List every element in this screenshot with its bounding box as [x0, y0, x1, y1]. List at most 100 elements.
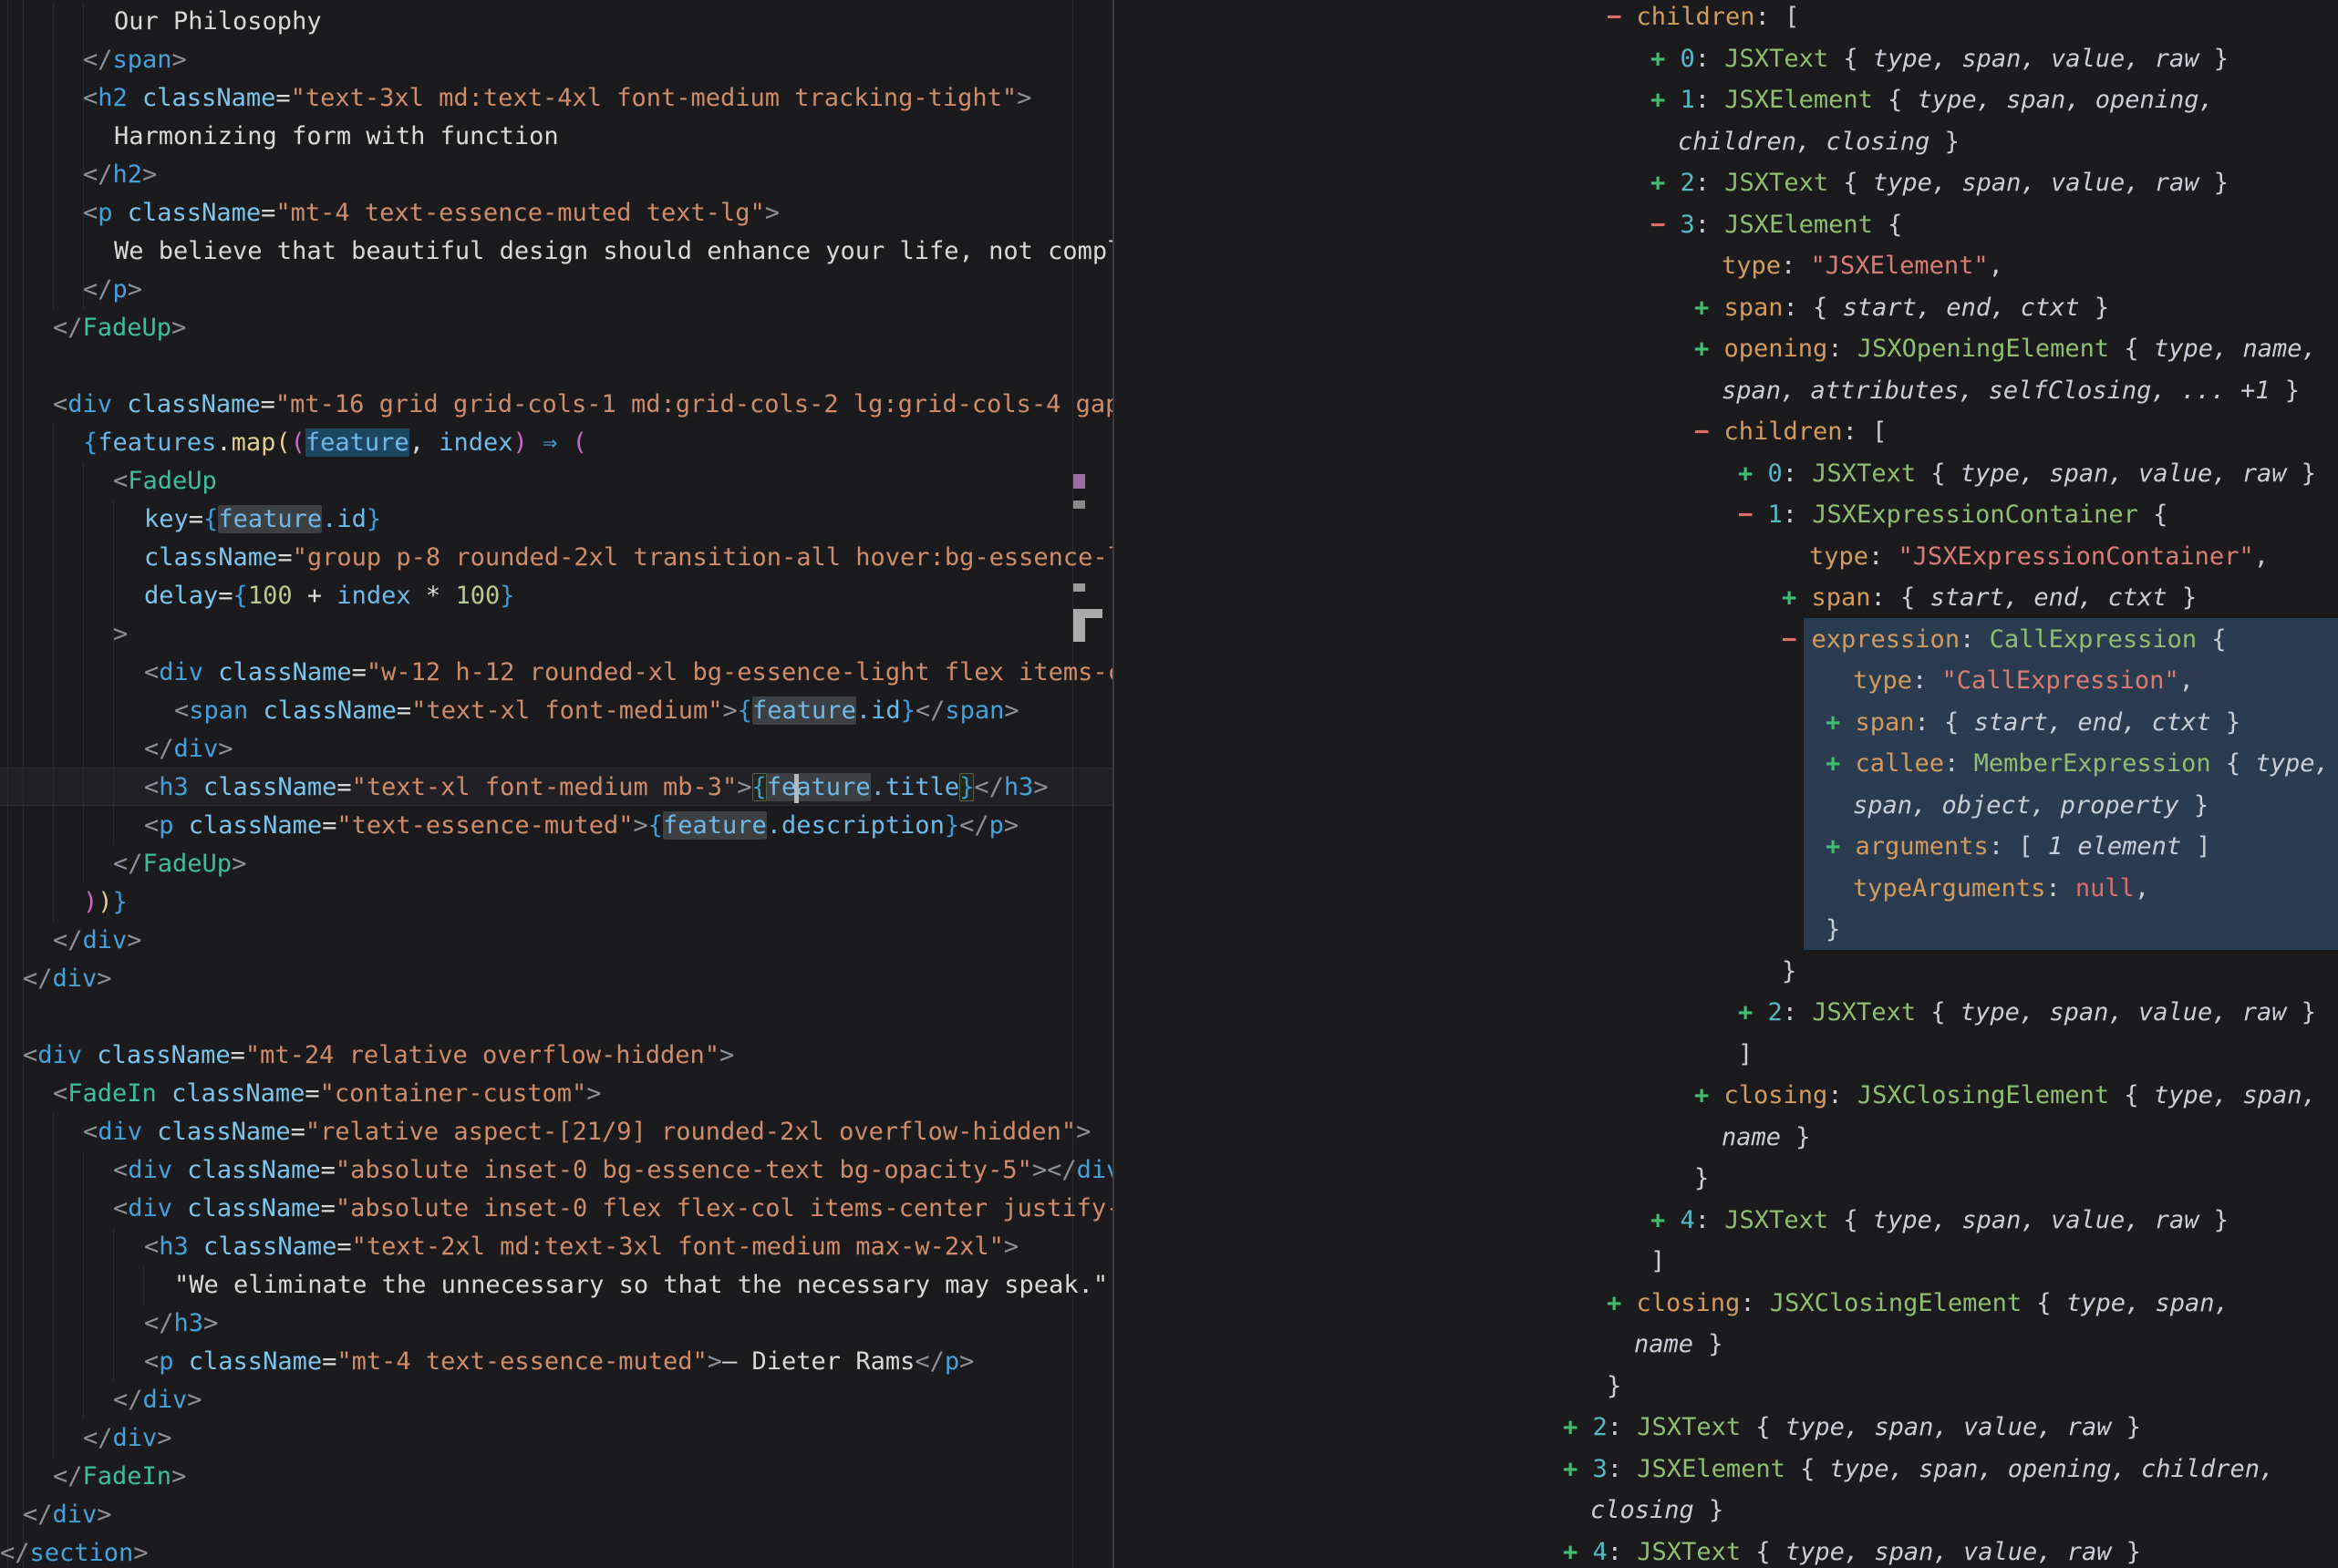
ast-row[interactable]: span, object, property }	[1853, 785, 2209, 827]
code-line[interactable]: <div className="mt-24 relative overflow-…	[0, 1037, 734, 1075]
code-line[interactable]: <h2 className="text-3xl md:text-4xl font…	[0, 79, 1031, 118]
tree-collapse-icon[interactable]: −	[1738, 500, 1768, 529]
ast-row[interactable]: + span: { start, end, ctxt }	[1826, 702, 2240, 744]
code-line[interactable]: {features.map((feature, index) ⇒ (	[0, 424, 587, 462]
code-line[interactable]: </FadeIn>	[0, 1458, 186, 1496]
tree-expand-icon[interactable]: +	[1650, 1206, 1681, 1234]
code-line[interactable]: </h3>	[0, 1305, 218, 1343]
tree-expand-icon[interactable]: +	[1650, 169, 1681, 197]
code-line[interactable]: delay={100 + index * 100}	[0, 577, 514, 615]
ast-row[interactable]: + 4: JSXText { type, span, value, raw }	[1650, 1200, 2229, 1242]
tree-expand-icon[interactable]: +	[1782, 583, 1812, 612]
scrollbar-thumb[interactable]	[1073, 618, 1085, 642]
tree-expand-icon[interactable]: +	[1694, 1081, 1724, 1109]
code-line[interactable]: <span className="text-xl font-medium">{f…	[0, 692, 1019, 730]
code-line[interactable]: ))}	[0, 883, 128, 922]
ast-row[interactable]: − expression: CallExpression {	[1782, 619, 2227, 661]
ast-row[interactable]: + 3: JSXElement { type, span, opening, c…	[1563, 1449, 2274, 1491]
ast-row[interactable]: + span: { start, end, ctxt }	[1782, 577, 2197, 619]
ast-row[interactable]: + 1: JSXElement { type, span, opening,	[1650, 79, 2214, 121]
code-line[interactable]: <div className="mt-16 grid grid-cols-1 m…	[0, 386, 1112, 424]
ast-row[interactable]: − children: [	[1607, 0, 1799, 38]
scrollbar-thumb[interactable]	[1073, 609, 1102, 618]
ast-row[interactable]: − children: [	[1694, 411, 1887, 453]
tree-collapse-icon[interactable]: −	[1607, 3, 1637, 31]
tree-collapse-icon[interactable]: −	[1782, 625, 1812, 654]
minimap-mark-gray[interactable]	[1073, 583, 1085, 592]
ast-row[interactable]: span, attributes, selfClosing, ... +1 }	[1722, 370, 2300, 412]
ast-row[interactable]: − 1: JSXExpressionContainer {	[1738, 494, 2167, 536]
code-line[interactable]: </div>	[0, 730, 233, 769]
ast-row[interactable]: + closing: JSXClosingElement { type, spa…	[1694, 1075, 2317, 1117]
code-line[interactable]: </FadeUp>	[0, 309, 186, 347]
code-line[interactable]: Harmonizing form with function	[0, 118, 559, 156]
minimap-mark-purple[interactable]	[1073, 474, 1085, 489]
ast-row[interactable]: + callee: MemberExpression { type,	[1826, 743, 2330, 785]
code-line[interactable]: <FadeIn className="container-custom">	[0, 1075, 602, 1113]
tree-expand-icon[interactable]: +	[1607, 1289, 1637, 1317]
code-line[interactable]: <div className="absolute inset-0 flex fl…	[0, 1190, 1112, 1228]
ast-row[interactable]: typeArguments: null,	[1853, 868, 2149, 910]
ast-row[interactable]: + 0: JSXText { type, span, value, raw }	[1650, 38, 2229, 80]
code-line[interactable]: >	[0, 615, 128, 654]
ast-row[interactable]: type: "CallExpression",	[1853, 660, 2194, 702]
minimap-mark-gray[interactable]	[1073, 500, 1085, 509]
code-line[interactable]: "We eliminate the unnecessary so that th…	[0, 1266, 1108, 1305]
tree-expand-icon[interactable]: +	[1738, 998, 1768, 1026]
code-line[interactable]: </div>	[0, 1419, 172, 1458]
tree-expand-icon[interactable]: +	[1650, 86, 1681, 114]
code-line[interactable]: </div>	[0, 1381, 202, 1419]
tree-expand-icon[interactable]: +	[1563, 1413, 1593, 1441]
tree-collapse-icon[interactable]: −	[1694, 418, 1724, 446]
tree-expand-icon[interactable]: +	[1694, 294, 1724, 322]
ast-row[interactable]: type: "JSXElement",	[1722, 245, 2003, 287]
ast-row[interactable]: + 2: JSXText { type, span, value, raw }	[1563, 1407, 2141, 1449]
ast-row[interactable]: name }	[1634, 1324, 1723, 1366]
code-line[interactable]: </h2>	[0, 156, 157, 194]
ast-row[interactable]: closing }	[1590, 1490, 1723, 1532]
ast-row[interactable]: }	[1694, 1158, 1709, 1200]
ast-row[interactable]: type: "JSXExpressionContainer",	[1809, 536, 2269, 578]
code-line[interactable]: </div>	[0, 1496, 112, 1534]
code-line[interactable]: <p className="text-essence-muted">{featu…	[0, 807, 1019, 845]
ast-row[interactable]: + arguments: [ 1 element ]	[1826, 826, 2211, 868]
tree-expand-icon[interactable]: +	[1650, 45, 1681, 73]
ast-row[interactable]: + closing: JSXClosingElement { type, spa…	[1607, 1283, 2229, 1325]
code-line[interactable]: <div className="absolute inset-0 bg-esse…	[0, 1151, 1112, 1190]
code-line[interactable]: <p className="mt-4 text-essence-muted">—…	[0, 1343, 974, 1381]
code-line[interactable]: <p className="mt-4 text-essence-muted te…	[0, 194, 780, 232]
tree-expand-icon[interactable]: +	[1694, 335, 1724, 363]
code-line[interactable]: <FadeUp	[0, 462, 217, 500]
code-line[interactable]: </FadeUp>	[0, 845, 246, 883]
ast-row[interactable]: name }	[1722, 1117, 1811, 1159]
code-line[interactable]: </div>	[0, 922, 142, 960]
ast-row[interactable]: children, closing }	[1678, 121, 1960, 163]
ast-row[interactable]: − 3: JSXElement {	[1650, 204, 1902, 246]
ast-row[interactable]: + 0: JSXText { type, span, value, raw }	[1738, 453, 2316, 495]
code-line[interactable]: </section>	[0, 1534, 149, 1568]
code-line[interactable]: <h3 className="text-2xl md:text-3xl font…	[0, 1228, 1019, 1266]
code-line[interactable]: className="group p-8 rounded-2xl transit…	[0, 539, 1112, 577]
ast-row[interactable]: ]	[1650, 1241, 1665, 1283]
ast-row[interactable]: + span: { start, end, ctxt }	[1694, 287, 2109, 329]
tree-expand-icon[interactable]: +	[1738, 459, 1768, 488]
ast-row[interactable]: + 2: JSXText { type, span, value, raw }	[1650, 162, 2229, 204]
code-line[interactable]: key={feature.id}	[0, 500, 381, 539]
ast-row[interactable]: }	[1826, 909, 1840, 951]
code-line[interactable]: Our Philosophy	[0, 3, 322, 41]
code-line[interactable]: We believe that beautiful design should …	[0, 232, 1112, 271]
ast-row[interactable]: + 4: JSXText { type, span, value, raw }	[1563, 1532, 2141, 1568]
tree-expand-icon[interactable]: +	[1826, 708, 1856, 737]
ast-row[interactable]: }	[1607, 1366, 1621, 1408]
tree-expand-icon[interactable]: +	[1826, 749, 1856, 778]
tree-expand-icon[interactable]: +	[1826, 832, 1856, 861]
ast-row[interactable]: + opening: JSXOpeningElement { type, nam…	[1694, 328, 2317, 370]
code-line[interactable]: <div className="w-12 h-12 rounded-xl bg-…	[0, 654, 1112, 692]
code-line[interactable]: </p>	[0, 271, 142, 309]
tree-expand-icon[interactable]: +	[1563, 1538, 1593, 1566]
code-line[interactable]: </span>	[0, 41, 187, 79]
ast-row[interactable]: }	[1782, 951, 1796, 993]
ast-row[interactable]: + 2: JSXText { type, span, value, raw }	[1738, 992, 2316, 1034]
tree-expand-icon[interactable]: +	[1563, 1455, 1593, 1483]
code-line[interactable]: <h3 className="text-xl font-medium mb-3"…	[0, 769, 1049, 807]
